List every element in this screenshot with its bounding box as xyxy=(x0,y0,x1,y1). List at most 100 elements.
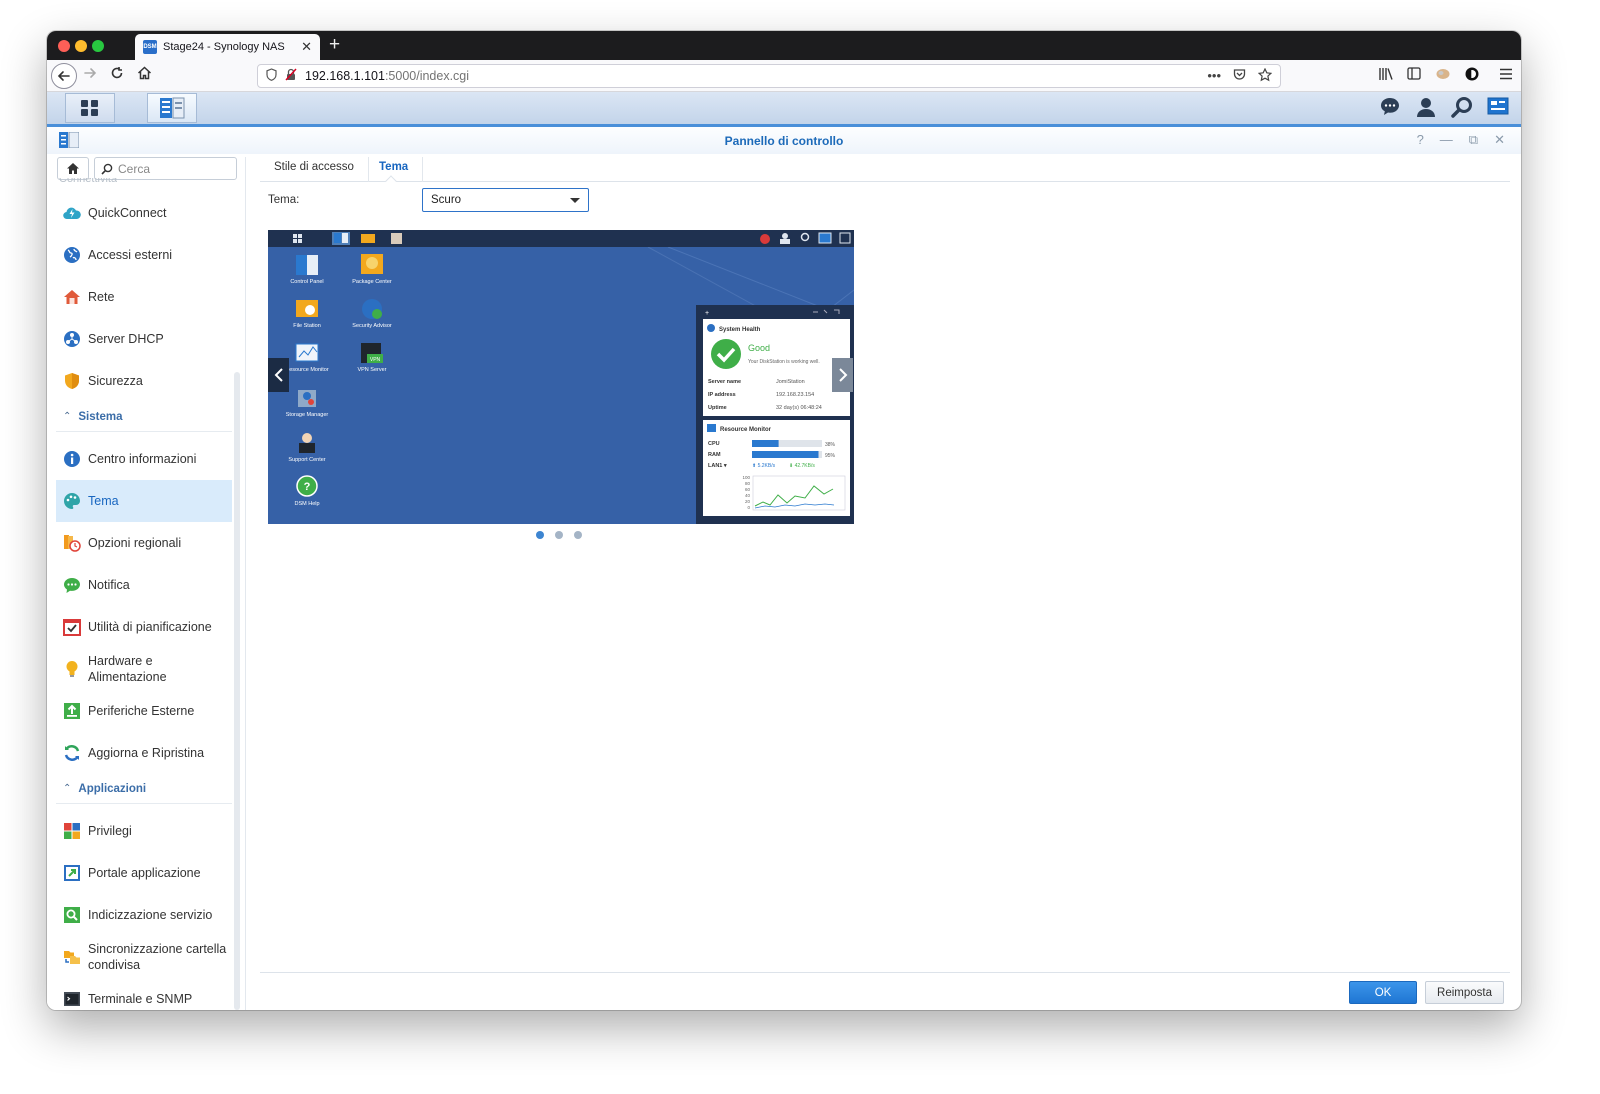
account-icon[interactable] xyxy=(1465,67,1479,84)
sidebar-home-button[interactable] xyxy=(57,157,89,180)
close-button[interactable]: ✕ xyxy=(1494,132,1505,148)
tab-stile-di-accesso[interactable]: Stile di accesso xyxy=(260,157,369,182)
sidebar-item-accessi-esterni[interactable]: Accessi esterni xyxy=(56,234,232,276)
search-input[interactable] xyxy=(118,161,228,176)
theme-preview-image: Control Panel Package Center File Statio… xyxy=(268,230,854,524)
maximize-button[interactable]: ⧉ xyxy=(1469,132,1478,148)
tab-close-icon[interactable]: ✕ xyxy=(301,39,312,55)
preview-icon-label: Support Center xyxy=(288,457,325,463)
carousel-dots xyxy=(536,531,582,539)
theme-select[interactable]: Scuro xyxy=(422,188,589,212)
svg-text:+: + xyxy=(705,310,709,317)
section-applicazioni[interactable]: ⌃ Applicazioni xyxy=(56,774,232,804)
sidebar-item-hardware-alimentazione[interactable]: Hardware e Alimentazione xyxy=(56,648,232,690)
notification-chat-icon[interactable] xyxy=(1379,96,1401,121)
chevron-up-icon: ⌃ xyxy=(63,783,72,794)
sidebar-toggle-icon[interactable] xyxy=(1407,67,1421,84)
sidebar-item-server-dhcp[interactable]: Server DHCP xyxy=(56,318,232,360)
preview-health-value: 32 day(s) 06:48:24 xyxy=(776,405,822,411)
help-button[interactable]: ? xyxy=(1417,132,1424,148)
sidebar-item-utilita-pianificazione[interactable]: Utilità di pianificazione xyxy=(56,606,232,648)
more-actions-icon[interactable]: ••• xyxy=(1207,68,1221,85)
back-button[interactable] xyxy=(51,63,77,89)
url-host: 192.168.1.101 xyxy=(305,69,385,83)
carousel-dot[interactable] xyxy=(574,531,582,539)
insecure-lock-icon[interactable] xyxy=(285,68,297,84)
sidebar-item-sicurezza[interactable]: Sicurezza xyxy=(56,360,232,402)
sidebar: Connettività QuickConnect Accessi estern… xyxy=(47,157,246,1010)
sidebar-search[interactable] xyxy=(94,157,237,180)
preview-chart-tick: 100 xyxy=(742,475,750,480)
sidebar-item-sincronizzazione-cartella[interactable]: Sincronizzazione cartella condivisa xyxy=(56,936,232,978)
sidebar-item-centro-informazioni[interactable]: Centro informazioni xyxy=(56,438,232,480)
preview-health-value: JomiStation xyxy=(776,379,805,385)
carousel-next-button[interactable] xyxy=(832,358,853,392)
control-panel-icon xyxy=(160,97,185,119)
control-panel-taskbar-button[interactable] xyxy=(147,93,197,123)
sidebar-item-privilegi[interactable]: Privilegi xyxy=(56,810,232,852)
vpn-badge: VPN xyxy=(370,357,381,363)
url-path: :5000/index.cgi xyxy=(384,69,470,83)
shield-icon[interactable] xyxy=(266,68,277,84)
sidebar-item-tema[interactable]: Tema xyxy=(56,480,232,522)
sidebar-item-rete[interactable]: Rete xyxy=(56,276,232,318)
sidebar-scrollbar[interactable] xyxy=(234,372,240,1010)
pocket-icon[interactable] xyxy=(1233,68,1246,85)
browser-tab[interactable]: DSM Stage24 - Synology NAS ✕ xyxy=(135,34,320,60)
browser-nav-bar: 192.168.1.101:5000/index.cgi ••• xyxy=(47,60,1521,92)
arrow-left-icon xyxy=(57,71,70,81)
label-line-1: Sincronizzazione cartella xyxy=(88,942,227,956)
control-panel-body: Connettività QuickConnect Accessi estern… xyxy=(47,157,1521,1010)
minimize-window-button[interactable] xyxy=(75,40,87,52)
reload-icon xyxy=(111,67,123,79)
shield-icon xyxy=(63,372,81,390)
preview-ram-label: RAM xyxy=(708,452,721,458)
reload-button[interactable] xyxy=(110,66,124,85)
extension-icon[interactable] xyxy=(1435,67,1451,84)
chevron-up-icon: ⌃ xyxy=(63,411,72,422)
preview-health-key: IP address xyxy=(708,392,736,398)
url-bar[interactable]: 192.168.1.101:5000/index.cgi ••• xyxy=(257,64,1281,88)
main-menu-button[interactable] xyxy=(65,93,115,123)
sidebar-item-periferiche-esterne[interactable]: Periferiche Esterne xyxy=(56,690,232,732)
preview-chart-tick: 20 xyxy=(745,499,751,504)
browser-window: DSM Stage24 - Synology NAS ✕ + 192.168.1… xyxy=(47,31,1521,1010)
preview-icon-label: Security Advisor xyxy=(352,323,392,329)
carousel-dot[interactable] xyxy=(536,531,544,539)
preview-icon-label: Package Center xyxy=(352,279,392,285)
calendar-icon xyxy=(63,618,81,636)
hamburger-menu-icon[interactable] xyxy=(1499,67,1513,84)
ram-bar-fill xyxy=(752,451,819,458)
reset-button[interactable]: Reimposta xyxy=(1425,981,1504,1004)
search-icon[interactable] xyxy=(1451,96,1473,121)
forward-button[interactable] xyxy=(83,66,97,85)
sidebar-item-opzioni-regionali[interactable]: Opzioni regionali xyxy=(56,522,232,564)
preview-chart-tick: 40 xyxy=(745,493,751,498)
ok-button[interactable]: OK xyxy=(1349,981,1417,1004)
user-icon[interactable] xyxy=(1415,96,1437,121)
sidebar-item-quickconnect[interactable]: QuickConnect xyxy=(56,192,232,234)
sidebar-item-notifica[interactable]: Notifica xyxy=(56,564,232,606)
info-icon xyxy=(63,450,81,468)
bookmark-star-icon[interactable] xyxy=(1257,67,1273,85)
sidebar-item-portale-applicazione[interactable]: Portale applicazione xyxy=(56,852,232,894)
library-icon[interactable] xyxy=(1378,67,1393,84)
home-button[interactable] xyxy=(137,66,152,85)
carousel-prev-button[interactable] xyxy=(268,358,289,392)
theme-preview: Control Panel Package Center File Statio… xyxy=(268,230,854,524)
chat-icon xyxy=(63,576,81,594)
section-sistema[interactable]: ⌃ Sistema xyxy=(56,402,232,432)
sidebar-item-connettivita-partial[interactable]: Connettività xyxy=(59,178,117,184)
new-tab-button[interactable]: + xyxy=(329,34,340,56)
zoom-window-button[interactable] xyxy=(92,40,104,52)
label-line-2: condivisa xyxy=(88,958,141,972)
minimize-button[interactable]: — xyxy=(1440,132,1453,148)
network-icon xyxy=(63,330,81,348)
widgets-icon[interactable] xyxy=(1487,96,1509,121)
sidebar-item-terminale-snmp[interactable]: Terminale e SNMP xyxy=(56,978,232,1010)
house-icon xyxy=(63,288,81,306)
sidebar-item-aggiorna-ripristina[interactable]: Aggiorna e Ripristina xyxy=(56,732,232,774)
close-window-button[interactable] xyxy=(58,40,70,52)
sidebar-item-indicizzazione-servizio[interactable]: Indicizzazione servizio xyxy=(56,894,232,936)
carousel-dot[interactable] xyxy=(555,531,563,539)
